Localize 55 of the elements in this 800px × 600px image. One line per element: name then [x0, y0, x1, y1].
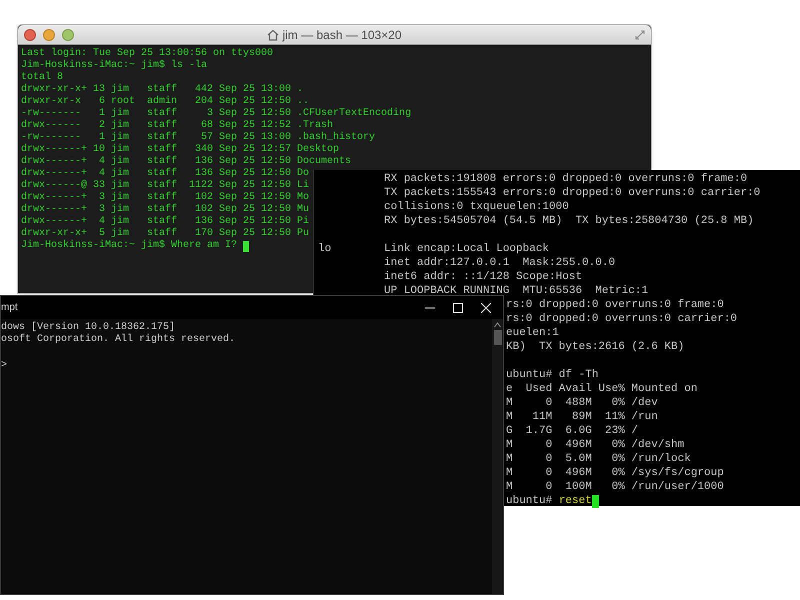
minimize-button[interactable]	[43, 29, 55, 41]
terminal-line: drwxr-xr-x+ 5 jim staff 170 Sep 25 12:50 Pu	[21, 228, 310, 240]
terminal-line: inet addr:127.0.0.1 Mask:255.0.0.0	[383, 257, 616, 269]
terminal-line: M 11M 89M 11% /run	[506, 411, 658, 423]
terminal-line: KB) TX bytes:2616 (2.6 KB)	[506, 341, 684, 353]
terminal-line: euelen:1	[506, 327, 559, 339]
terminal-line: RX packets:191808 errors:0 dropped:0 overruns:0 frame:0	[383, 173, 748, 185]
terminal-line: drwx------+ 4 jim staff 136 Sep 25 12:50 Documents	[21, 156, 352, 168]
close-button[interactable]	[24, 29, 36, 41]
terminal-line: RX bytes:54505704 (54.5 MB) TX bytes:25804730 (25.8 MB)	[383, 215, 754, 227]
zoom-button[interactable]	[62, 29, 74, 41]
terminal-line: M 0 5.0M 0% /run/lock	[506, 453, 691, 465]
terminal-line: drwxr-xr-x+ 13 jim staff 442 Sep 25 13:00 .	[21, 84, 304, 96]
terminal-line: -rw------- 1 jim staff 3 Sep 25 12:50 .CFUserTextEncoding	[21, 108, 412, 120]
terminal-line: drwx------ 2 jim staff 68 Sep 25 12:52 .Trash	[21, 120, 334, 132]
terminal-line: drwx------+ 4 jim staff 136 Sep 25 12:50 Do	[21, 168, 310, 180]
terminal-line: rs:0 dropped:0 overruns:0 carrier:0	[506, 313, 738, 325]
terminal-line: inet6 addr: ::1/128 Scope:Host	[383, 271, 582, 283]
terminal-line: drwx------+ 4 jim staff 136 Sep 25 12:50 Pi	[21, 216, 310, 228]
terminal-line: TX packets:155543 errors:0 dropped:0 overruns:0 carrier:0	[383, 187, 760, 199]
terminal-line: drwx------@ 33 jim staff 1122 Sep 25 12:50 Li	[21, 180, 310, 192]
terminal-line: M 0 100M 0% /run/user/1000	[506, 481, 724, 493]
close-icon[interactable]	[481, 302, 491, 312]
scroll-up-icon[interactable]	[494, 322, 501, 328]
terminal-line: e Used Avail Use% Mounted on	[506, 383, 698, 395]
terminal-line: Jim-Hoskinss-iMac:~ jim$ ls -la	[21, 60, 208, 72]
terminal-line: total 8	[21, 72, 64, 84]
terminal-line: collisions:0 txqueuelen:1000	[383, 201, 569, 213]
terminal-line: drwx------+ 3 jim staff 102 Sep 25 12:50 Mo	[21, 192, 310, 204]
terminal-line: ubuntu# df -Th	[506, 369, 598, 381]
scrollbar[interactable]	[492, 319, 503, 594]
terminal-line: >	[1, 360, 8, 371]
terminal-line: osoft Corporation. All rights reserved.	[1, 334, 236, 345]
terminal-prompt: ubuntu#	[506, 494, 554, 508]
terminal-line: dows [Version 10.0.18362.175]	[1, 322, 176, 333]
terminal-line: G 1.7G 6.0G 23% /	[506, 425, 638, 437]
terminal-line: rs:0 dropped:0 overruns:0 frame:0	[506, 299, 724, 311]
terminal-line: M 0 496M 0% /sys/fs/cgroup	[506, 467, 724, 479]
maximize-icon[interactable]	[453, 302, 463, 312]
resize-icon[interactable]	[635, 30, 645, 40]
scrollbar-thumb[interactable]	[494, 330, 502, 345]
terminal-line: UP LOOPBACK RUNNING MTU:65536 Metric:1	[383, 285, 648, 297]
terminal-line: lo Link encap:Local Loopback	[318, 243, 550, 255]
terminal-line: M 0 488M 0% /dev	[506, 397, 658, 409]
window-title: mpt	[1, 301, 18, 315]
terminal-line: M 0 496M 0% /dev/shm	[506, 439, 684, 451]
terminal-line: Last login: Tue Sep 25 13:00:56 on ttys000	[21, 48, 274, 60]
terminal-line: drwxr-xr-x 6 root admin 204 Sep 25 12:50 ..	[21, 96, 310, 108]
terminal-line: -rw------- 1 jim staff 57 Sep 25 13:00 .bash_history	[21, 132, 376, 144]
house-icon	[267, 28, 280, 40]
terminal-command: reset	[558, 494, 592, 508]
terminal-line: drwx------+ 3 jim staff 102 Sep 25 12:50 Mu	[21, 204, 310, 216]
terminal-line: Jim-Hoskinss-iMac:~ jim$ Where am I?	[21, 240, 238, 252]
window-title: jim — bash — 103×20	[282, 26, 402, 44]
terminal-line: drwx------+ 10 jim staff 340 Sep 25 12:57 Desktop	[21, 144, 340, 156]
